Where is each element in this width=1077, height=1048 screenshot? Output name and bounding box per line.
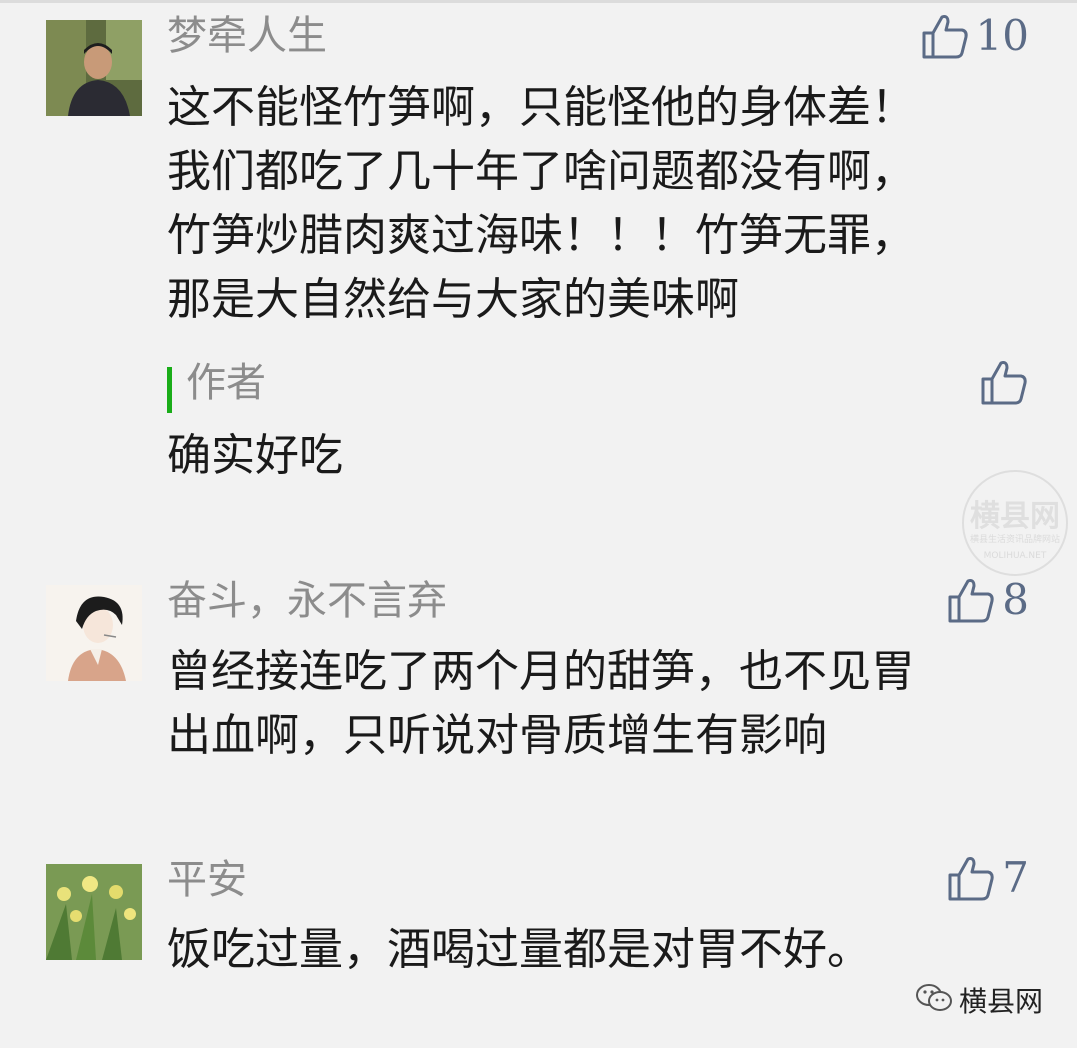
like-button[interactable]: 7 <box>946 853 1029 903</box>
brand-signature: 横县网 <box>915 980 1043 1020</box>
reply-author-label: 作者 <box>186 360 266 406</box>
content-line: 出血啊，只听说对骨质增生有影响 <box>167 710 827 761</box>
wechat-icon <box>915 982 953 1018</box>
author-reply-marker <box>167 367 172 413</box>
like-count: 8 <box>1002 575 1029 624</box>
comment-nickname: 奋斗，永不言弃 <box>167 578 447 624</box>
content-line: 那是大自然给与大家的美味啊 <box>167 274 739 325</box>
comment-content: 这不能怪竹笋啊，只能怪他的身体差！ 我们都吃了几十年了啥问题都没有啊， 竹笋炒腊… <box>167 76 1027 332</box>
content-line: 饭吃过量，酒喝过量都是对胃不好。 <box>167 924 871 975</box>
content-line: 竹笋炒腊肉爽过海味！！！竹笋无罪， <box>167 210 915 261</box>
avatar[interactable] <box>46 864 142 960</box>
content-line: 曾经接连吃了两个月的甜笋，也不见胃 <box>167 646 915 697</box>
content-line: 这不能怪竹笋啊，只能怪他的身体差！ <box>167 82 915 133</box>
avatar[interactable] <box>46 20 142 116</box>
like-button[interactable]: 8 <box>946 575 1029 625</box>
thumbs-up-icon <box>946 575 996 625</box>
comment-nickname: 平安 <box>167 857 247 903</box>
like-button[interactable] <box>979 357 1029 407</box>
thumbs-up-icon <box>920 11 970 61</box>
like-count: 7 <box>1002 853 1029 902</box>
thumbs-up-icon <box>979 357 1029 407</box>
watermark-domain: MOLIHUA.NET <box>984 551 1047 561</box>
thumbs-up-icon <box>946 853 996 903</box>
comment-content: 饭吃过量，酒喝过量都是对胃不好。 <box>167 918 1027 982</box>
content-line: 我们都吃了几十年了啥问题都没有啊， <box>167 146 915 197</box>
watermark-title: 横县网 <box>970 499 1060 534</box>
like-button[interactable]: 10 <box>920 11 1029 61</box>
top-divider <box>0 0 1077 3</box>
like-count: 10 <box>975 11 1029 60</box>
comment-content: 曾经接连吃了两个月的甜笋，也不见胃 出血啊，只听说对骨质增生有影响 <box>167 640 1027 768</box>
avatar[interactable] <box>46 585 142 681</box>
watermark-seal: 横县网 横县生活资讯品牌网站 MOLIHUA.NET <box>955 468 1075 578</box>
brand-name: 横县网 <box>958 985 1043 1018</box>
comment-nickname: 梦牵人生 <box>167 13 327 59</box>
watermark-subtitle: 横县生活资讯品牌网站 <box>970 533 1060 545</box>
reply-content: 确实好吃 <box>167 430 343 481</box>
